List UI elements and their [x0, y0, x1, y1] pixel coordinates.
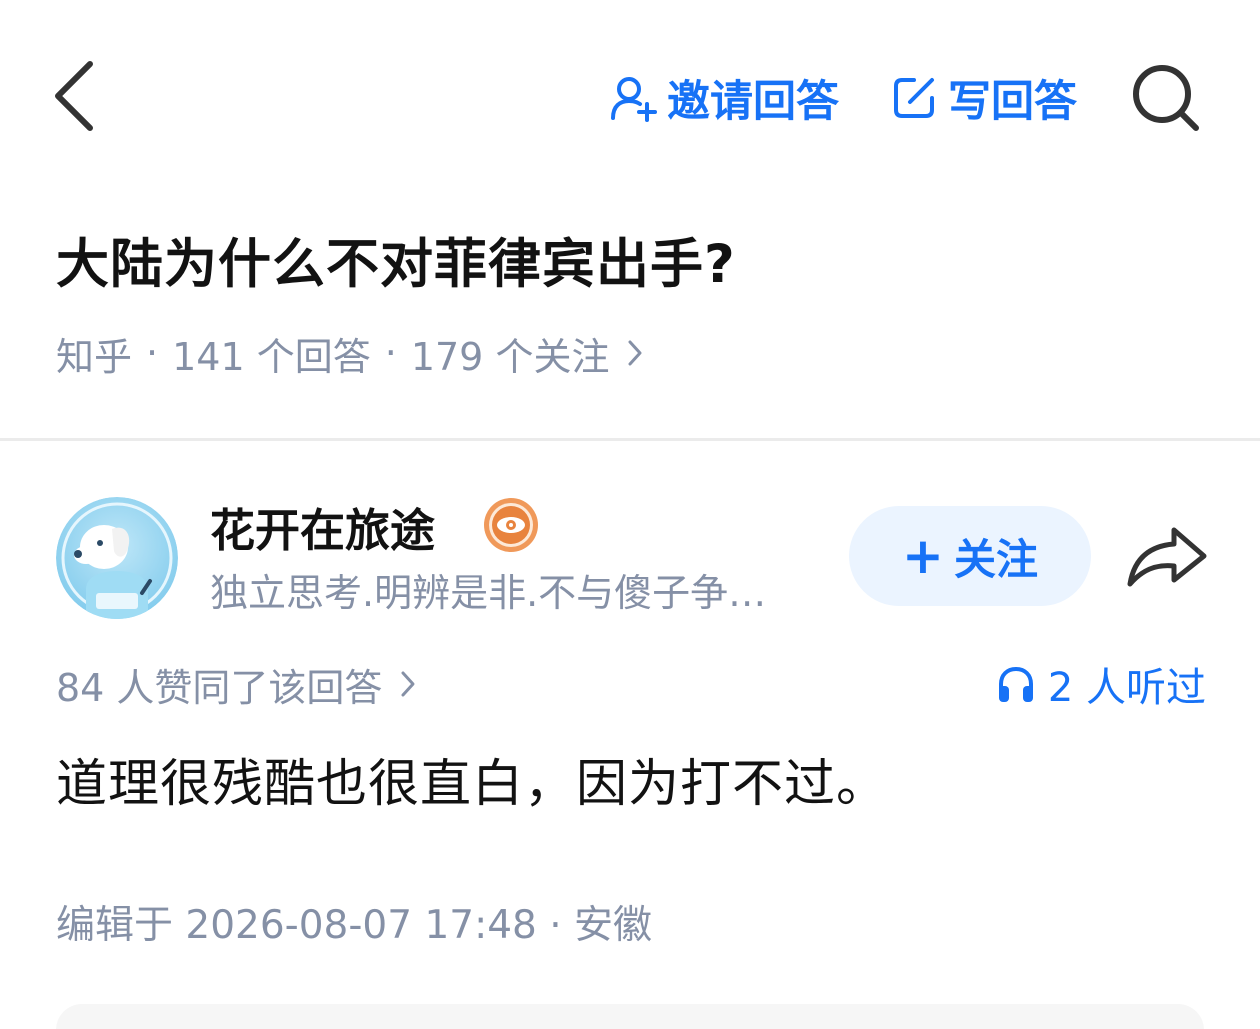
verified-badge-icon: [484, 498, 538, 552]
chevron-right-icon: [628, 340, 642, 366]
question-meta[interactable]: 知乎 · 141 个回答 · 179 个关注: [56, 326, 643, 380]
invite-answer-label: 邀请回答: [667, 77, 839, 127]
question-source: 知乎: [56, 334, 133, 379]
invite-user-icon: [611, 77, 657, 122]
follow-label: 关注: [953, 534, 1038, 584]
upvote-text: 84 人赞同了该回答: [56, 665, 383, 710]
upvote-count[interactable]: 84 人赞同了该回答: [56, 658, 416, 710]
plus-icon: +: [902, 527, 944, 585]
write-answer-label: 写回答: [948, 77, 1077, 127]
chevron-right-icon: [401, 671, 415, 697]
write-answer-button[interactable]: 写回答: [890, 66, 1077, 130]
answer-content: 道理很残酷也很直白，因为打不过。: [56, 755, 889, 814]
back-button[interactable]: [48, 58, 104, 134]
bottom-card: [56, 1004, 1204, 1029]
verified-badge: [482, 496, 540, 554]
section-divider: [0, 438, 1260, 441]
headphones-icon: [998, 666, 1033, 702]
invite-answer-button[interactable]: 邀请回答: [609, 66, 839, 130]
search-icon: [1133, 65, 1199, 131]
separator-dot: ·: [384, 331, 397, 375]
separator-dot: ·: [146, 331, 159, 375]
avatar-image: [56, 497, 178, 619]
author-name[interactable]: 花开在旅途: [210, 494, 435, 559]
answers-count: 141 个回答: [172, 334, 371, 379]
share-icon: [1127, 527, 1207, 587]
share-button[interactable]: [1124, 522, 1210, 592]
edit-timestamp: 编辑于 2026-08-07 17:48 · 安徽: [56, 903, 653, 948]
listen-text: 2 人听过: [1047, 665, 1206, 711]
search-button[interactable]: [1128, 60, 1204, 136]
listen-count[interactable]: 2 人听过: [996, 658, 1206, 711]
back-arrow-icon: [55, 61, 93, 131]
follow-button[interactable]: + 关注: [849, 506, 1091, 606]
edit-icon: [894, 78, 934, 118]
avatar[interactable]: [56, 497, 178, 619]
followers-count: 179 个关注: [410, 334, 610, 379]
zhihu-answer-page: 邀请回答 写回答 大陆为什么不对菲律宾出手? 知乎 · 141 个回答 · 17…: [0, 0, 1260, 1029]
question-title[interactable]: 大陆为什么不对菲律宾出手?: [56, 222, 736, 298]
author-bio: 独立思考.明辨是非.不与傻子争论。: [210, 571, 800, 615]
